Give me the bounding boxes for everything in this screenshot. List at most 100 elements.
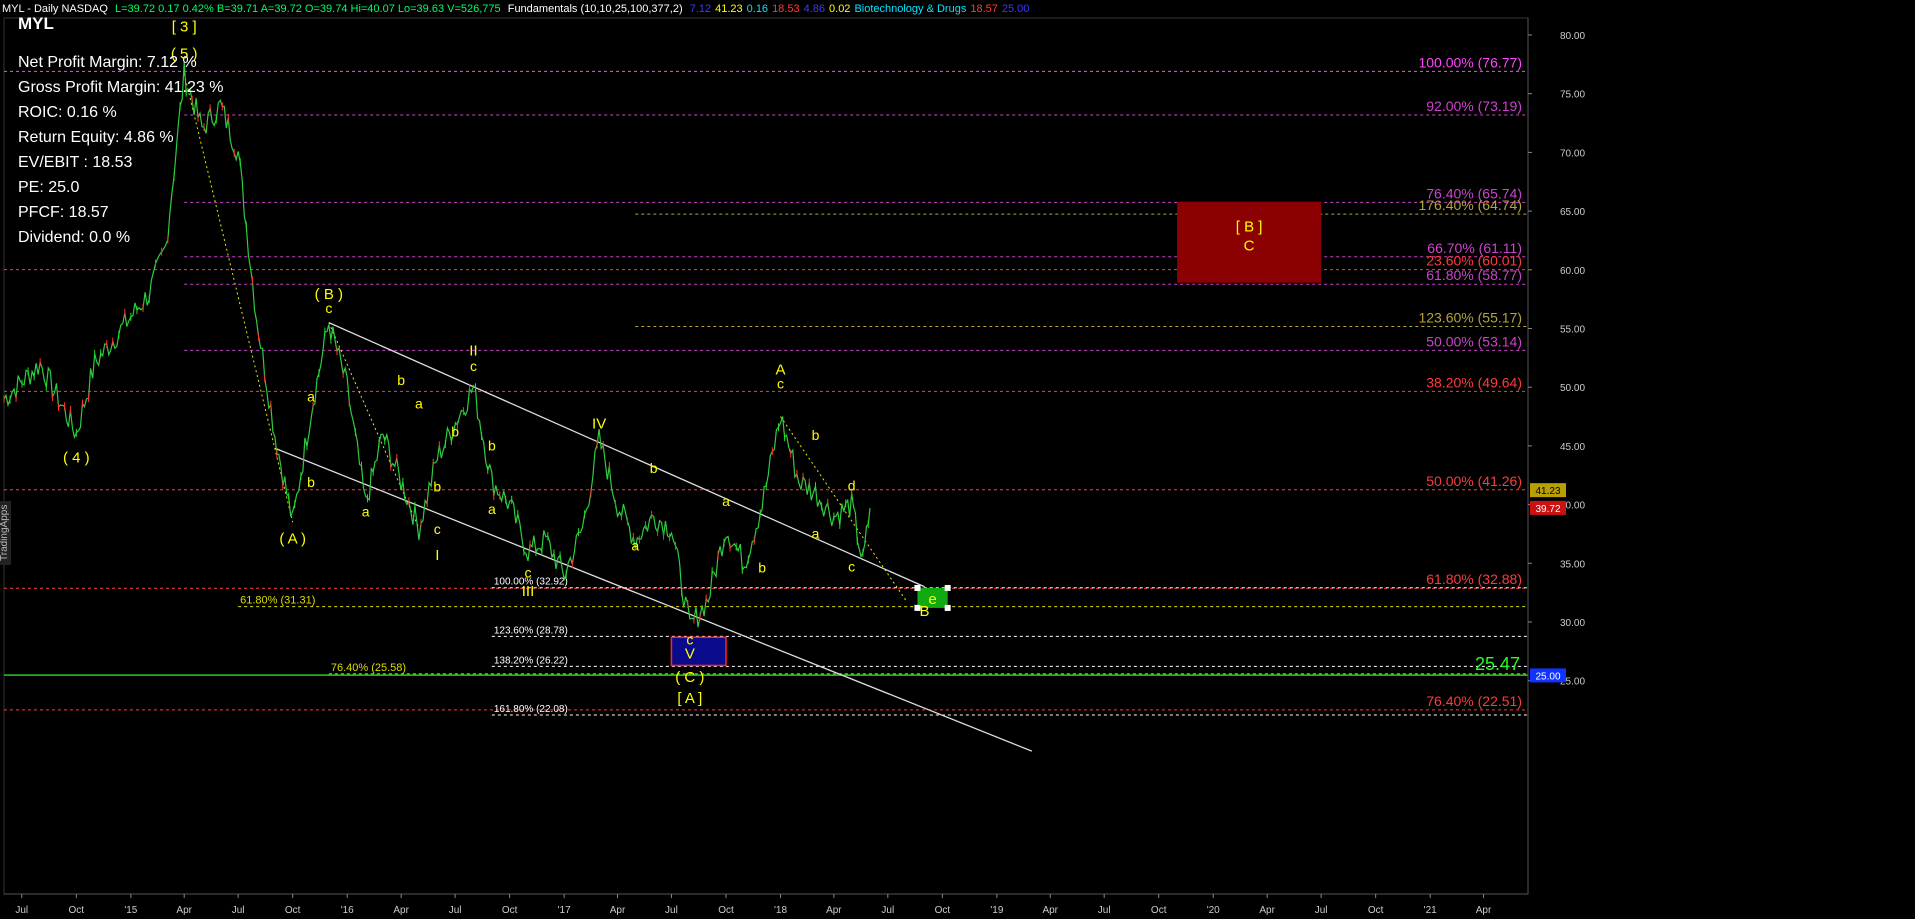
- wave-label: ( C ): [675, 669, 704, 686]
- zone-handle: [944, 584, 951, 591]
- fundamental-line: ROIC: 0.16 %: [18, 104, 117, 121]
- wave-label: c: [470, 358, 477, 374]
- indicator-value: 18.53: [772, 3, 800, 15]
- y-tick-label: 70.00: [1560, 148, 1585, 159]
- price-stats: L=39.72 0.17 0.42% B=39.71 A=39.72 O=39.…: [115, 3, 501, 15]
- wave-label: a: [722, 493, 730, 509]
- wave-label: c: [525, 564, 532, 580]
- wave-label: a: [307, 388, 315, 404]
- wave-label: IV: [592, 415, 606, 432]
- fib-level-label: 76.40% (22.51): [1426, 693, 1522, 709]
- indicator-value: 18.57: [970, 3, 998, 15]
- price-marker-label: 39.72: [1535, 504, 1560, 515]
- x-tick-label: Jul: [1315, 905, 1328, 916]
- trend-lines: [183, 73, 1033, 752]
- x-tick-label: Apr: [393, 905, 409, 916]
- fib-level-label: 50.00% (41.26): [1426, 473, 1522, 489]
- x-tick-label: Oct: [935, 905, 951, 916]
- x-tick-label: '15: [124, 905, 137, 916]
- wave-label: b: [488, 438, 496, 454]
- fib-level-label: 38.20% (49.64): [1426, 374, 1522, 390]
- x-tick-label: Apr: [1476, 905, 1492, 916]
- fundamental-line: Dividend: 0.0 %: [18, 229, 131, 246]
- fundamentals-panel: Net Profit Margin: 7.12 % Gross Profit M…: [18, 50, 223, 250]
- wave-dotted-line: [328, 322, 420, 529]
- indicator-value: Biotechnology & Drugs: [854, 3, 967, 15]
- x-tick-label: Oct: [502, 905, 518, 916]
- fundamental-line: Net Profit Margin: 7.12 %: [18, 54, 197, 71]
- fib-levels: 100.00% (76.77)92.00% (73.19)76.40% (65.…: [4, 54, 1528, 716]
- wave-label: III: [522, 583, 535, 600]
- price-axis: 25.0030.0035.0040.0045.0050.0055.0060.00…: [1527, 18, 1585, 894]
- fib-level-label: 61.80% (58.77): [1426, 267, 1522, 283]
- fib-extension-label: 123.60% (28.78): [494, 625, 568, 636]
- x-tick-label: '18: [774, 905, 787, 916]
- fib-level-label: 92.00% (73.19): [1426, 98, 1522, 114]
- wave-label: a: [362, 503, 370, 519]
- channel-line: [328, 322, 925, 588]
- x-tick-label: Jul: [665, 905, 678, 916]
- wave-label: c: [848, 559, 855, 575]
- fundamental-line: EV/EBIT : 18.53: [18, 154, 133, 171]
- wave-label: a: [631, 537, 639, 553]
- wave-label: a: [415, 395, 423, 411]
- y-tick-label: 75.00: [1560, 90, 1585, 101]
- x-tick-label: Apr: [826, 905, 842, 916]
- zone-handle: [944, 604, 951, 611]
- fib-level-label: 50.00% (53.14): [1426, 333, 1522, 349]
- support-line-label: 25.47: [1475, 654, 1520, 674]
- wave-label: b: [433, 479, 441, 495]
- indicator-value: 25.00: [1001, 3, 1030, 15]
- time-axis: Jul Oct '15 Apr Jul Oct '16 Apr Jul Oct '17 Apr Jul O…: [4, 893, 1528, 916]
- wave-c-bottom-box: [670, 636, 727, 667]
- x-tick-label: '21: [1424, 905, 1437, 916]
- side-tab[interactable]: TradingApps: [0, 500, 11, 565]
- indicator-value: 41.23: [715, 3, 743, 15]
- price-marker-label: 41.23: [1535, 486, 1560, 497]
- fib-extension-label: 161.80% (22.08): [494, 704, 568, 715]
- y-tick-label: 50.00: [1560, 383, 1585, 394]
- y-tick-label: 65.00: [1560, 207, 1585, 218]
- wave-label: ( A ): [279, 530, 306, 547]
- x-tick-label: Oct: [1368, 905, 1384, 916]
- x-tick-label: Apr: [1259, 905, 1275, 916]
- wave-label: d: [848, 478, 856, 494]
- x-tick-label: Oct: [69, 905, 85, 916]
- price-chart[interactable]: 100.00% (76.77)92.00% (73.19)76.40% (65.…: [0, 0, 1915, 919]
- wave-label: c: [325, 300, 332, 316]
- x-tick-label: '17: [558, 905, 571, 916]
- wave-label: b: [397, 372, 405, 388]
- indicator-values: 7.12 41.23 0.16 18.53 4.86 0.02 Biotechnology …: [690, 3, 1034, 15]
- fundamental-line: PFCF: 18.57: [18, 204, 109, 221]
- fib-level-label: 123.60% (55.17): [1418, 310, 1522, 326]
- zone-label: C: [1244, 238, 1255, 255]
- indicator-value: 0.02: [829, 3, 851, 15]
- price-marker-label: 25.00: [1535, 671, 1560, 682]
- wave-label: I: [435, 547, 439, 564]
- x-tick-label: '16: [341, 905, 354, 916]
- indicator-value: 0.16: [746, 3, 769, 15]
- x-tick-label: Apr: [610, 905, 626, 916]
- x-tick-label: Jul: [449, 905, 462, 916]
- fib-extension-label: 138.20% (26.22): [494, 655, 568, 666]
- x-tick-label: Jul: [15, 905, 28, 916]
- target-zones: [ B ] Ce: [670, 201, 1322, 667]
- wave-label: [ 3 ]: [172, 18, 197, 35]
- x-tick-label: Apr: [1042, 905, 1058, 916]
- y-tick-label: 45.00: [1560, 442, 1585, 453]
- x-tick-label: Oct: [1151, 905, 1167, 916]
- indicator-name: Fundamentals (10,10,25,100,377,2): [507, 3, 683, 15]
- zone-label: [ B ]: [1236, 219, 1263, 236]
- wave-label: b: [650, 460, 658, 476]
- y-tick-label: 60.00: [1560, 266, 1585, 277]
- zone-handle: [914, 584, 921, 591]
- wave-label: B: [920, 603, 930, 620]
- fib-extension-label: 61.80% (31.31): [240, 595, 315, 607]
- fib-level-label: 61.80% (32.88): [1426, 571, 1522, 587]
- x-tick-label: Jul: [1098, 905, 1111, 916]
- y-tick-label: 55.00: [1560, 325, 1585, 336]
- ticker-symbol: MYL: [18, 14, 54, 33]
- zone-label: e: [928, 591, 936, 608]
- chart-header: MYL - Daily NASDAQ L=39.72 0.17 0.42% B=…: [2, 3, 1037, 15]
- y-tick-label: 80.00: [1560, 31, 1585, 42]
